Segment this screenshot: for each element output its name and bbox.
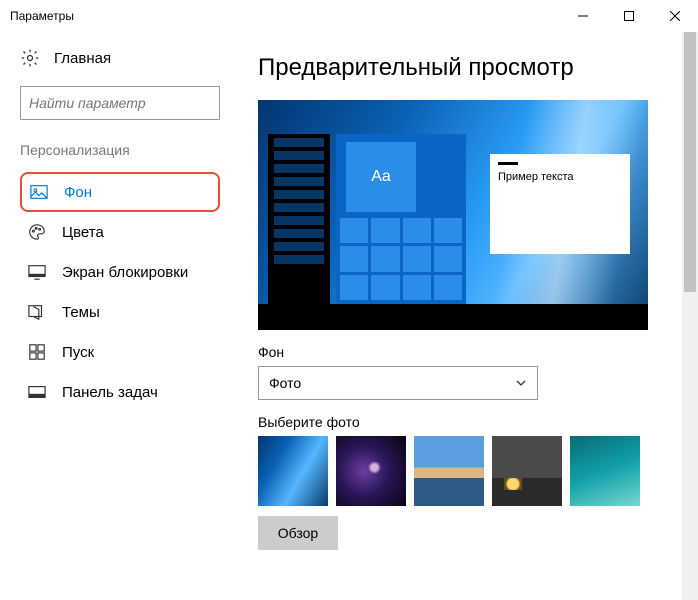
taskbar-icon — [28, 383, 46, 401]
photo-thumb-4[interactable] — [492, 436, 562, 506]
picture-icon — [30, 183, 48, 201]
preview-sample-window: Пример текста — [490, 154, 630, 254]
background-dropdown[interactable]: Фото — [258, 366, 538, 400]
window-controls — [560, 0, 698, 32]
sidebar-item-label: Цвета — [62, 224, 104, 241]
section-label: Персонализация — [20, 142, 220, 158]
sidebar-item-colors[interactable]: Цвета — [20, 212, 220, 252]
search-input[interactable] — [29, 95, 211, 111]
home-label: Главная — [54, 50, 111, 67]
sidebar-item-label: Фон — [64, 184, 92, 201]
maximize-button[interactable] — [606, 0, 652, 32]
preview-tile-aa: Aa — [346, 142, 416, 212]
minimize-button[interactable] — [560, 0, 606, 32]
photo-thumbnails — [258, 436, 668, 506]
gear-icon — [20, 48, 40, 68]
sidebar-item-label: Темы — [62, 304, 100, 321]
sidebar-item-start[interactable]: Пуск — [20, 332, 220, 372]
lockscreen-icon — [28, 263, 46, 281]
sidebar-item-label: Панель задач — [62, 384, 158, 401]
vertical-scrollbar[interactable] — [682, 32, 698, 600]
page-title: Предварительный просмотр — [258, 54, 668, 82]
photo-thumb-3[interactable] — [414, 436, 484, 506]
dropdown-value: Фото — [269, 375, 301, 391]
photo-thumb-2[interactable] — [336, 436, 406, 506]
start-icon — [28, 343, 46, 361]
home-nav[interactable]: Главная — [20, 48, 220, 68]
sidebar-item-themes[interactable]: Темы — [20, 292, 220, 332]
close-button[interactable] — [652, 0, 698, 32]
photo-thumb-1[interactable] — [258, 436, 328, 506]
preview-start-panel — [268, 134, 330, 304]
sidebar-item-label: Пуск — [62, 344, 94, 361]
themes-icon — [28, 303, 46, 321]
background-label: Фон — [258, 344, 668, 360]
sidebar-item-background[interactable]: Фон — [20, 172, 220, 212]
sidebar: Главная Персонализация Фон Цвета Экран б… — [0, 32, 240, 600]
sidebar-item-taskbar[interactable]: Панель задач — [20, 372, 220, 412]
scrollbar-thumb[interactable] — [684, 32, 696, 292]
main-panel: Предварительный просмотр Aa Пример текст… — [240, 32, 698, 600]
search-box[interactable] — [20, 86, 220, 120]
window-title: Параметры — [10, 9, 74, 23]
chevron-down-icon — [515, 377, 527, 389]
preview-image: Aa Пример текста — [258, 100, 648, 330]
browse-button[interactable]: Обзор — [258, 516, 338, 550]
sidebar-item-label: Экран блокировки — [62, 264, 188, 281]
palette-icon — [28, 223, 46, 241]
preview-tiles: Aa — [336, 134, 466, 304]
choose-photo-label: Выберите фото — [258, 414, 668, 430]
sidebar-item-lockscreen[interactable]: Экран блокировки — [20, 252, 220, 292]
preview-sample-text: Пример текста — [498, 171, 622, 183]
photo-thumb-5[interactable] — [570, 436, 640, 506]
title-bar: Параметры — [0, 0, 698, 32]
